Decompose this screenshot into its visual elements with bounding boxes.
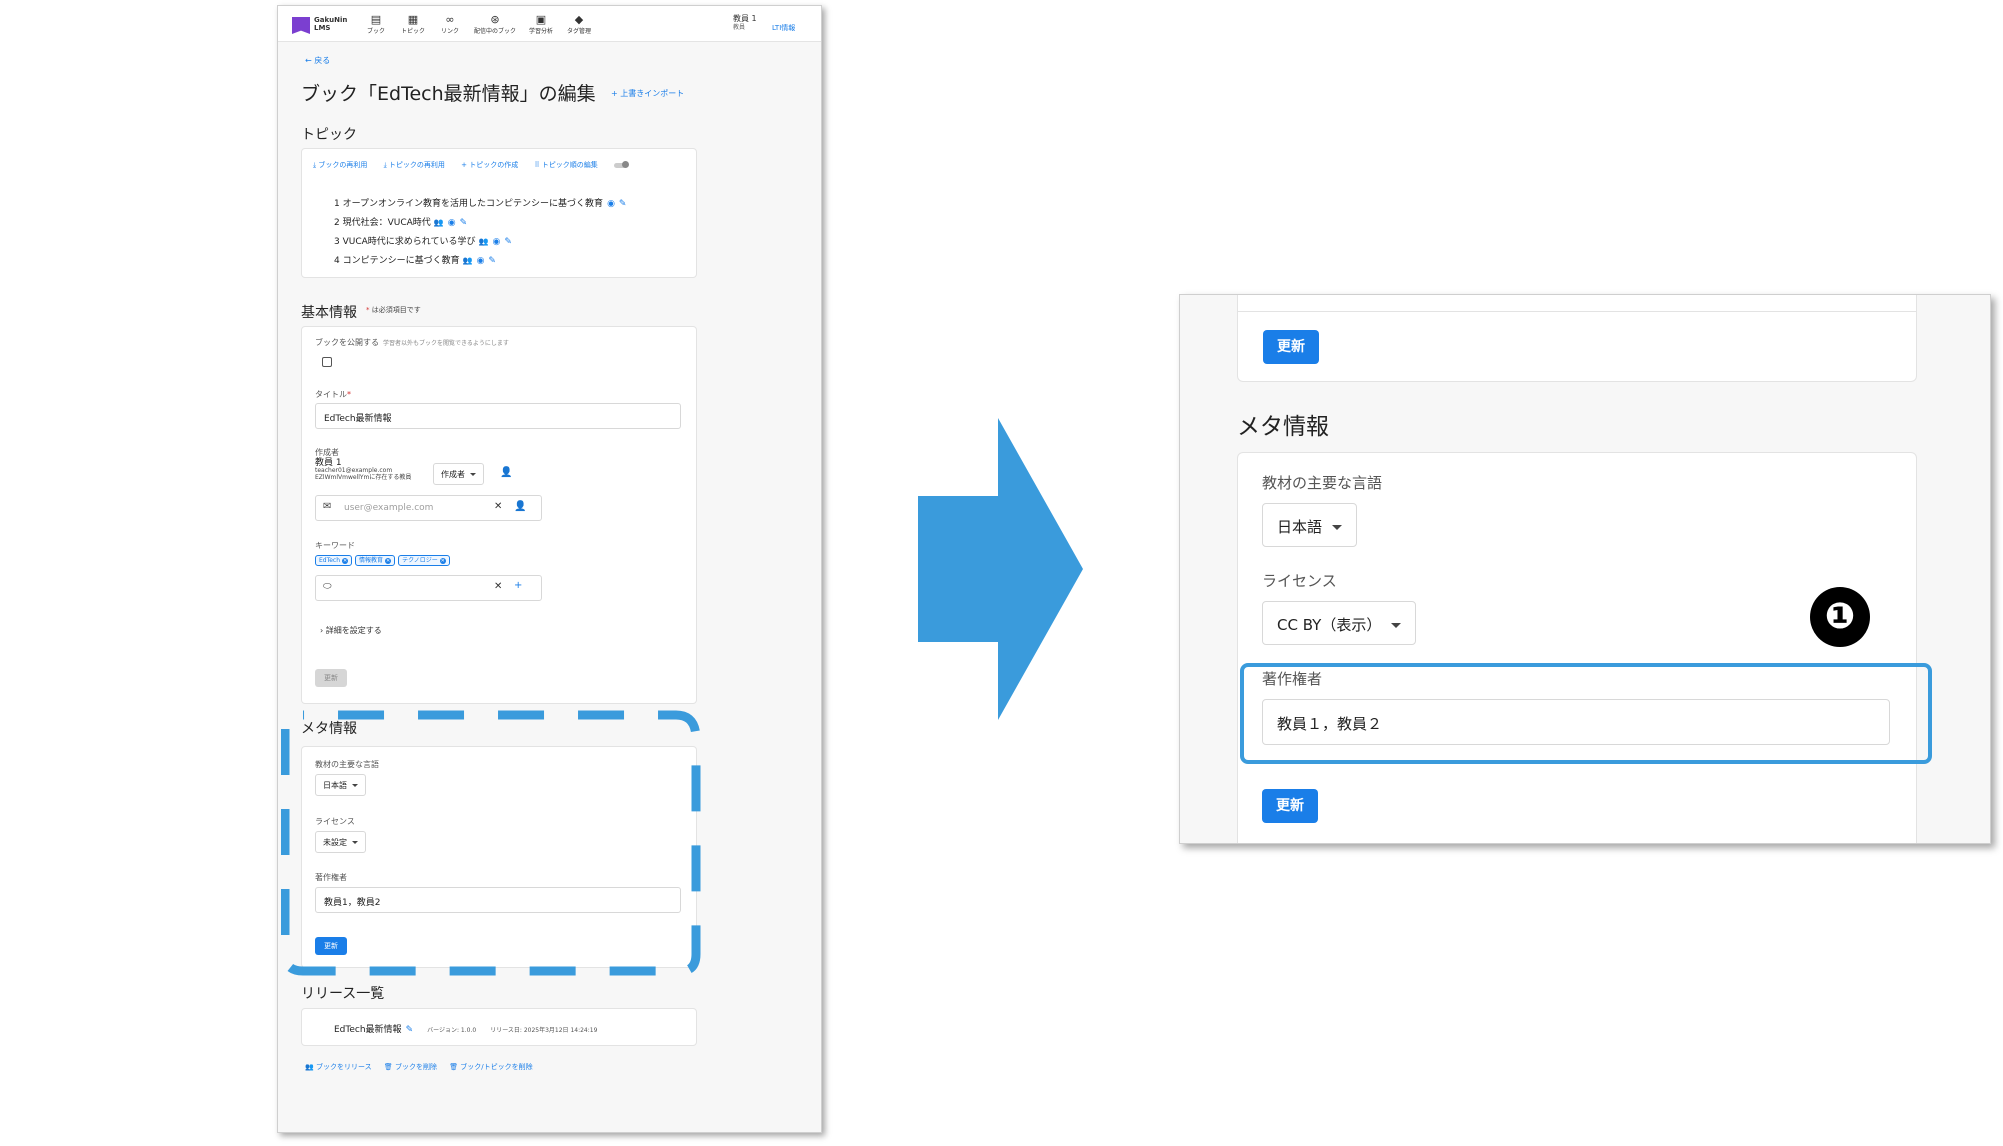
- edit-topic-order-toggle[interactable]: ⠿ トピック順の編集: [534, 160, 640, 169]
- keyword-chip[interactable]: テクノロジー ✕: [398, 555, 450, 566]
- eye-icon[interactable]: ◉: [607, 199, 615, 209]
- nav-topic[interactable]: ▦ トピック: [393, 13, 433, 36]
- gakunin-logo-icon[interactable]: [292, 17, 310, 34]
- topics-toolbar: ⤓ ブックの再利用 ⤓ トピックの再利用 + トピックの作成 ⠿ トピック順の編…: [313, 160, 654, 170]
- nav-analytics[interactable]: ▣ 学習分析: [521, 13, 561, 36]
- zoom-language-select[interactable]: 日本語: [1262, 503, 1358, 547]
- clear-icon[interactable]: ✕: [494, 581, 502, 592]
- toggle-switch[interactable]: [614, 160, 630, 168]
- group-icon: 👥: [478, 237, 489, 246]
- chip-remove-icon[interactable]: ✕: [342, 558, 349, 564]
- tag-outline-icon: ⬭: [323, 581, 332, 592]
- user-menu[interactable]: 教員 1 教員: [733, 14, 757, 32]
- reuse-topic-button[interactable]: ⤓ トピックの再利用: [384, 161, 445, 169]
- add-person-icon[interactable]: 👤: [514, 501, 526, 512]
- keyword-chip[interactable]: 情報教育 ✕: [355, 555, 396, 566]
- required-note: * は必須項目です: [366, 306, 421, 314]
- group-icon: 👥: [433, 218, 444, 227]
- mail-icon: ✉: [323, 501, 332, 512]
- create-topic-button[interactable]: + トピックの作成: [461, 161, 518, 169]
- link-icon: ∞: [445, 13, 455, 26]
- nav-book[interactable]: ▤ ブック: [356, 13, 396, 36]
- divider: [1238, 311, 1916, 312]
- eye-icon[interactable]: ◉: [492, 237, 500, 247]
- title-input[interactable]: EdTech最新情報: [315, 403, 681, 429]
- zoom-license-label: ライセンス: [1262, 572, 1337, 590]
- nav-link[interactable]: ∞ リンク: [430, 13, 470, 36]
- publish-label: ブックを公開する 学習者以外もブックを閲覧できるようにします: [315, 338, 509, 347]
- caret-down-icon: [1391, 623, 1402, 628]
- caret-down-icon: [470, 473, 476, 476]
- publish-checkbox[interactable]: [322, 357, 332, 367]
- zoom-update-button-top[interactable]: 更新: [1263, 330, 1319, 364]
- topic-row[interactable]: 3 VUCA時代に求められている学び 👥 ◉ ✎: [334, 234, 512, 247]
- delete-book-topic-button[interactable]: 🗑 ブック/トピックを削除: [449, 1063, 532, 1071]
- add-keyword-icon[interactable]: +: [514, 580, 522, 591]
- basic-update-button[interactable]: 更新: [315, 669, 347, 687]
- topic-row[interactable]: 1 オープンオンライン教育を活用したコンピテンシーに基づく教育 ◉ ✎: [334, 196, 626, 209]
- nav-delivering-books[interactable]: ⊛ 配信中のブック: [470, 13, 520, 36]
- author-label: 作成者: [315, 448, 339, 457]
- topic-row[interactable]: 4 コンピテンシーに基づく教育 👥 ◉ ✎: [334, 253, 496, 266]
- zoom-meta-heading: メタ情報: [1237, 414, 1329, 440]
- chip-remove-icon[interactable]: ✕: [385, 558, 392, 564]
- remove-person-icon[interactable]: 👤: [500, 467, 512, 478]
- author-info: 教員 1 teacher01@example.com EZlWmlVmwellYmに…: [315, 458, 412, 482]
- topic-row[interactable]: 2 現代社会：VUCA時代 👥 ◉ ✎: [334, 215, 467, 228]
- pencil-icon[interactable]: ✎: [504, 237, 512, 247]
- caret-down-icon: [1332, 525, 1343, 530]
- releases-heading: リリース一覧: [301, 986, 385, 1002]
- keyword-input[interactable]: [315, 575, 542, 601]
- basic-info-card: ブックを公開する 学習者以外もブックを閲覧できるようにします タイトル* EdTe…: [301, 326, 697, 704]
- author-role-select[interactable]: 作成者: [433, 463, 484, 485]
- back-link[interactable]: ← 戻る: [305, 55, 330, 66]
- topics-heading: トピック: [301, 127, 357, 143]
- keyword-label: キーワード: [315, 541, 355, 550]
- nav-tag-management[interactable]: ◆ タグ管理: [559, 13, 599, 36]
- step-number-badge: ❶: [1810, 587, 1870, 647]
- keyword-chips: EdTech ✕ 情報教育 ✕ テクノロジー ✕: [315, 555, 453, 566]
- zoom-license-select[interactable]: CC BY（表示）: [1262, 601, 1417, 645]
- eye-icon[interactable]: ◉: [448, 218, 456, 228]
- broadcast-icon: ⊛: [490, 13, 500, 26]
- logo-text[interactable]: GakuNin LMS: [314, 16, 347, 32]
- clear-icon[interactable]: ✕: [494, 501, 502, 512]
- overwrite-import-link[interactable]: + 上書きインポート: [611, 88, 684, 99]
- page-title: ブック「EdTech最新情報」の編集: [301, 83, 596, 105]
- eye-icon[interactable]: ◉: [477, 256, 485, 266]
- topic-icon: ▦: [407, 13, 419, 26]
- advanced-settings-toggle[interactable]: › 詳細を設定する: [320, 625, 382, 636]
- pencil-icon[interactable]: ✎: [406, 1025, 414, 1035]
- basic-info-heading: 基本情報: [301, 305, 357, 321]
- right-arrow-icon: [918, 418, 1083, 720]
- pencil-icon[interactable]: ✎: [460, 218, 468, 228]
- zoom-language-label: 教材の主要な言語: [1262, 474, 1383, 492]
- dashed-highlight-box: [281, 710, 701, 976]
- reuse-book-button[interactable]: ⤓ ブックの再利用: [313, 161, 367, 169]
- tag-icon: ◆: [574, 13, 584, 26]
- author-email-input[interactable]: user@example.com: [315, 495, 542, 521]
- top-nav: GakuNin LMS ▤ ブック ▦ トピック ∞ リンク ⊛ 配信中のブック ▣ 学習分…: [278, 6, 821, 42]
- previous-card: 更新: [1237, 295, 1917, 382]
- delete-book-button[interactable]: 🗑 ブックを削除: [384, 1063, 437, 1071]
- group-icon: 👥: [462, 256, 473, 265]
- pencil-icon[interactable]: ✎: [488, 256, 496, 266]
- zoom-update-button[interactable]: 更新: [1262, 789, 1318, 823]
- keyword-chip[interactable]: EdTech ✕: [315, 555, 353, 566]
- title-label: タイトル*: [315, 390, 351, 399]
- release-row[interactable]: EdTech最新情報 ✎ バージョン: 1.0.0 リリース日: 2025年3月12日…: [334, 1022, 597, 1035]
- pencil-icon[interactable]: ✎: [619, 199, 627, 209]
- release-book-button[interactable]: 👥 ブックをリリース: [305, 1063, 372, 1071]
- analytics-icon: ▣: [535, 13, 547, 26]
- chip-remove-icon[interactable]: ✕: [439, 558, 446, 564]
- book-icon: ▤: [370, 13, 382, 26]
- zoomed-meta-panel: 更新 メタ情報 教材の主要な言語 日本語 ライセンス CC BY（表示） ❶ 著…: [1179, 294, 1991, 844]
- bottom-actions: 👥 ブックをリリース 🗑 ブックを削除 🗑 ブック/トピックを削除: [305, 1062, 543, 1072]
- release-card: EdTech最新情報 ✎ バージョン: 1.0.0 リリース日: 2025年3月12日…: [301, 1008, 697, 1046]
- topics-card: ⤓ ブックの再利用 ⤓ トピックの再利用 + トピックの作成 ⠿ トピック順の編…: [301, 148, 697, 278]
- lti-info-link[interactable]: LTI情報: [772, 23, 795, 33]
- copyright-highlight-frame: [1240, 663, 1932, 764]
